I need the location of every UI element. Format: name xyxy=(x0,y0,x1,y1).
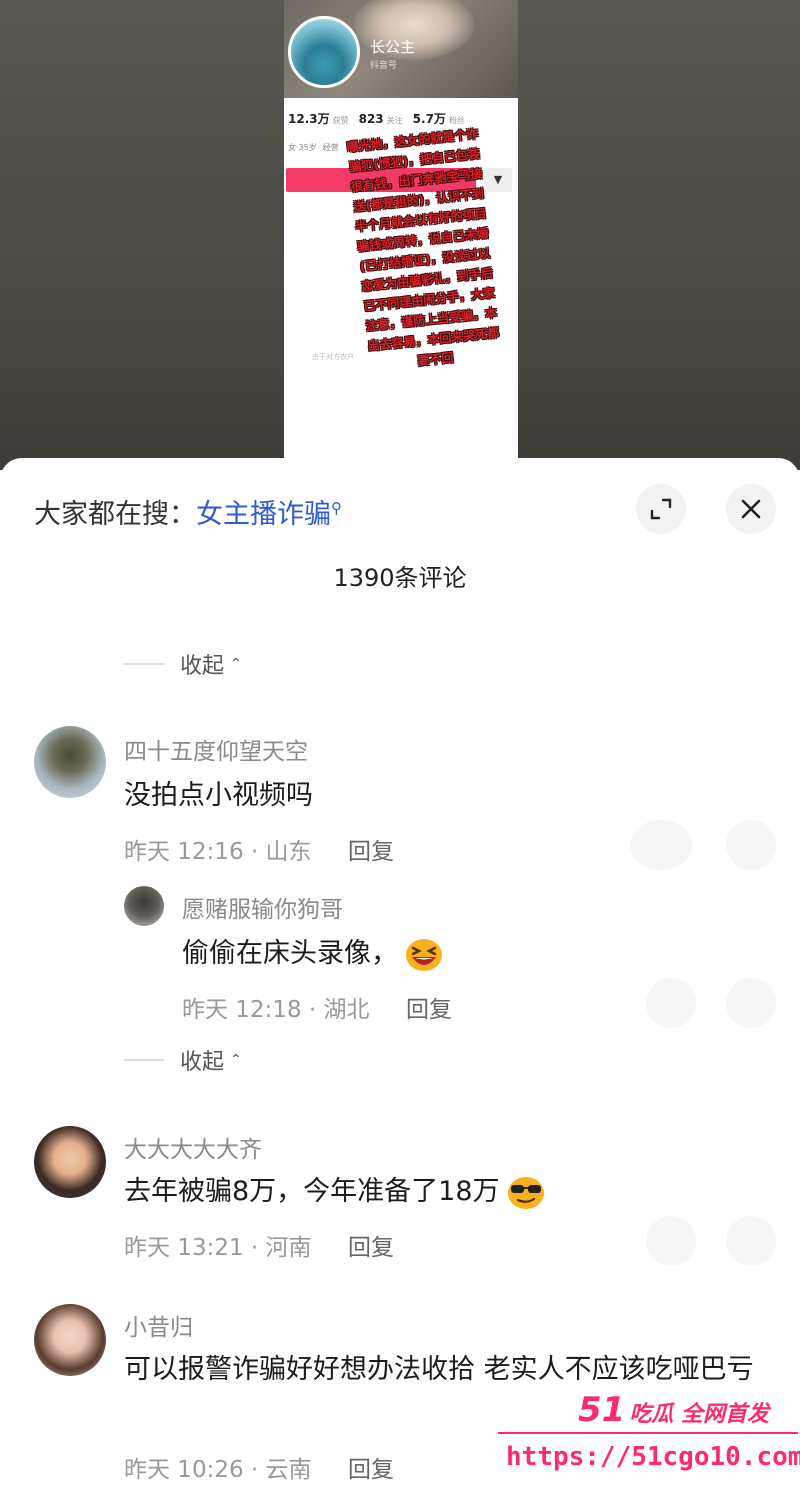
avatar[interactable] xyxy=(34,1304,106,1376)
comments-sheet: 大家都在搜：女主播诈骗⚲ 1390条评论 收起 ⌃ 四十五度仰望天空 没拍点小视… xyxy=(0,458,800,1501)
comment-text: 可以报警诈骗好好想办法收拾 老实人不应该吃哑巴亏 xyxy=(124,1354,754,1385)
comment-text-content: 去年被骗8万，今年准备了18万 xyxy=(124,1176,500,1207)
reply-button[interactable]: 回复 xyxy=(348,832,394,866)
reply-meta: 昨天 12:18 · 湖北 xyxy=(182,997,370,1023)
comment-username[interactable]: 四十五度仰望天空 xyxy=(124,732,308,766)
reply-username[interactable]: 愿赌服输你狗哥 xyxy=(182,890,343,924)
comment-username[interactable]: 大大大大大齐 xyxy=(124,1130,262,1164)
profile-stats: 12.3万 获赞 823 关注 5.7万 粉丝 xyxy=(288,110,516,127)
close-icon xyxy=(741,499,761,519)
tag-business: 经营 xyxy=(322,143,339,152)
search-icon: ⚲ xyxy=(331,499,342,517)
share-icon[interactable] xyxy=(646,978,696,1028)
avatar[interactable] xyxy=(34,726,106,798)
reply-button[interactable]: 回复 xyxy=(348,1450,394,1484)
stat-following: 823 关注 xyxy=(358,112,403,126)
watermark-logo: 51 吃瓜 全网首发 xyxy=(578,1390,769,1430)
chevron-up-icon: ⌃ xyxy=(230,656,242,672)
divider xyxy=(124,663,164,665)
share-icon[interactable] xyxy=(646,1216,696,1266)
comment-meta: 昨天 10:26 · 云南 xyxy=(124,1457,312,1483)
search-prefix: 大家都在搜： xyxy=(34,499,196,530)
avatar[interactable] xyxy=(124,886,164,926)
profile-id-label: 抖音号 xyxy=(370,61,398,71)
comment-text: 没拍点小视频吗 xyxy=(124,780,313,811)
profile-name: 长公主 xyxy=(370,38,416,56)
search-keyword-link[interactable]: 女主播诈骗 xyxy=(196,499,331,530)
stat-fans: 5.7万 粉丝 xyxy=(412,112,465,126)
profile-tags: 女·35岁 经营 xyxy=(288,142,339,153)
sunglasses-emoji-icon xyxy=(507,1176,544,1209)
expand-icon xyxy=(650,498,672,520)
stat-likes: 12.3万 获赞 xyxy=(288,112,349,126)
watermark-divider xyxy=(498,1432,798,1434)
collapse-label: 收起 xyxy=(180,1050,225,1075)
faint-text: 由于对方农户 xyxy=(312,353,354,361)
close-button[interactable] xyxy=(726,484,776,534)
screenshot-in-video: 长公主 抖音号 12.3万 获赞 823 关注 5.7万 粉丝 女·35岁 经营 ▼ … xyxy=(284,0,518,470)
like-icon[interactable] xyxy=(726,1216,776,1266)
reply-button[interactable]: 回复 xyxy=(348,1228,394,1262)
collapse-label: 收起 xyxy=(180,654,225,679)
scam-warning-overlay: 曝光她，这女的就是个诈骗犯(惯犯)，把自己包装很有钱，出门奔驰宝马接送(都是租的… xyxy=(346,126,500,369)
watermark-url: https://51cgo10.com xyxy=(506,1442,800,1472)
comment-username[interactable]: 小昔归 xyxy=(124,1308,193,1342)
video-background[interactable]: 长公主 抖音号 12.3万 获赞 823 关注 5.7万 粉丝 女·35岁 经营 ▼ … xyxy=(0,0,800,470)
like-icon[interactable] xyxy=(726,820,776,870)
collapse-replies-button[interactable]: 收起 ⌃ xyxy=(124,648,242,680)
trending-search[interactable]: 大家都在搜：女主播诈骗⚲ xyxy=(34,492,342,531)
expand-button[interactable] xyxy=(636,484,686,534)
comment-meta: 昨天 12:16 · 山东 xyxy=(124,839,312,865)
comment-text: 去年被骗8万，今年准备了18万 xyxy=(124,1168,546,1216)
divider xyxy=(124,1059,164,1061)
grinning-squint-emoji-icon xyxy=(406,938,442,971)
profile-avatar xyxy=(288,16,360,88)
avatar[interactable] xyxy=(34,1126,106,1198)
tag-gender-age: 女·35岁 xyxy=(288,143,317,152)
dropdown-icon: ▼ xyxy=(484,168,512,192)
reply-text-content: 偷偷在床头录像， xyxy=(182,938,398,969)
reply-button[interactable]: 回复 xyxy=(406,990,452,1024)
like-icon[interactable] xyxy=(726,978,776,1028)
share-icon[interactable] xyxy=(630,820,692,870)
collapse-replies-button[interactable]: 收起 ⌃ xyxy=(124,1044,242,1076)
comment-meta: 昨天 13:21 · 河南 xyxy=(124,1235,312,1261)
chevron-up-icon: ⌃ xyxy=(230,1052,242,1068)
reply-text: 偷偷在床头录像， xyxy=(182,930,444,978)
comment-count: 1390条评论 xyxy=(333,564,467,592)
